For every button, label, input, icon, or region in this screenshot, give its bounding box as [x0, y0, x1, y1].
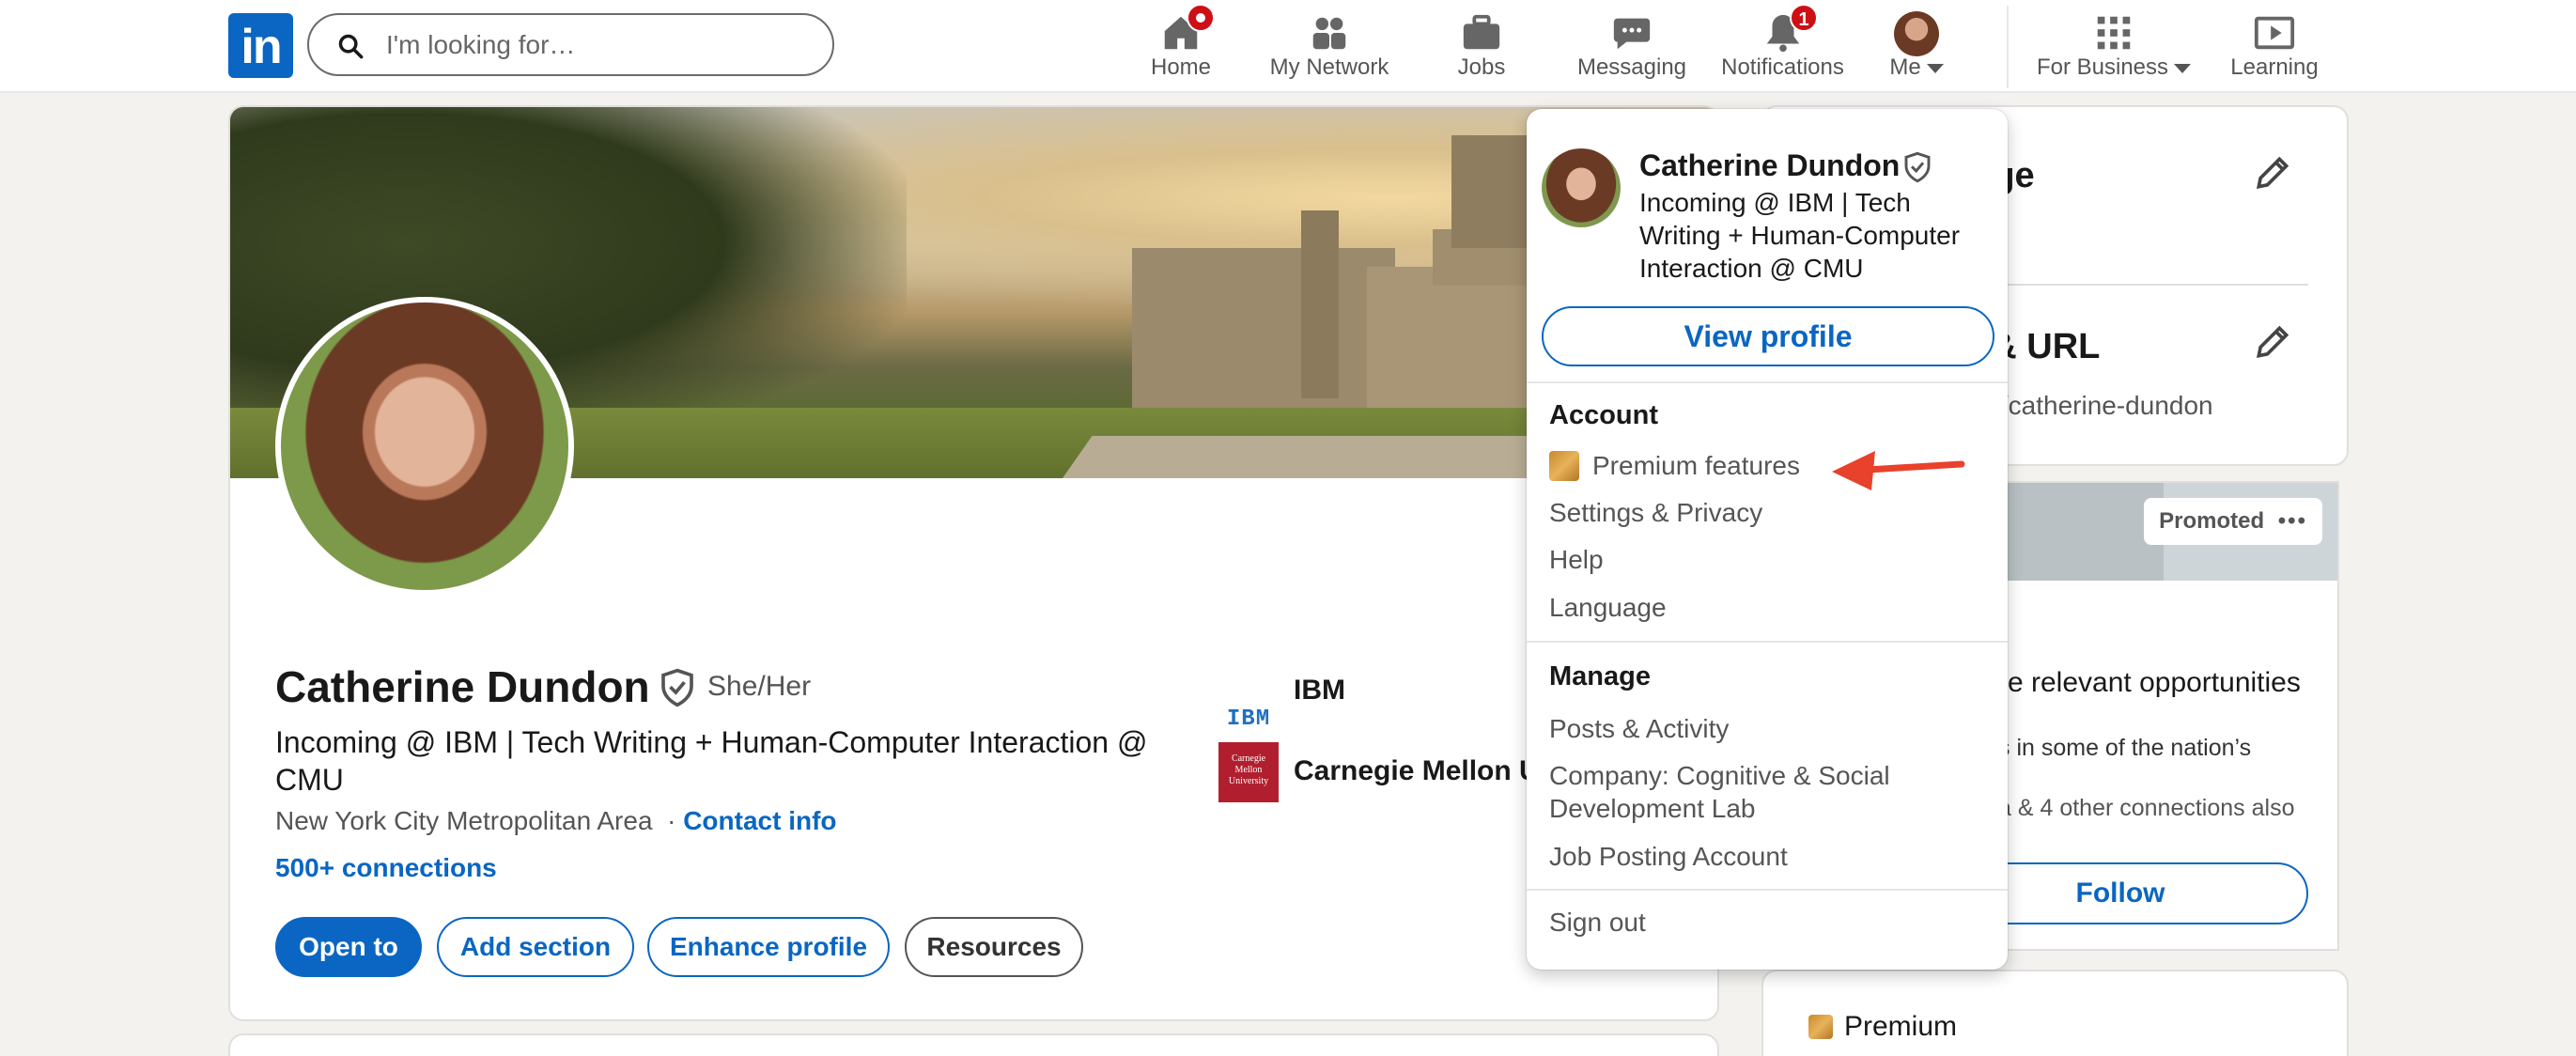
notifications-badge: 1	[1790, 4, 1818, 32]
nav-jobs[interactable]: Jobs	[1444, 4, 1519, 88]
view-profile-button[interactable]: View profile	[1542, 306, 1994, 366]
home-notification-dot	[1187, 4, 1215, 32]
play-icon	[2254, 16, 2295, 50]
org-ibm[interactable]: IBM	[1294, 675, 1345, 707]
profile-headline: Incoming @ IBM | Tech Writing + Human-Co…	[275, 725, 1148, 797]
menu-item-language[interactable]: Language	[1549, 591, 1981, 624]
premium-icon	[1808, 1015, 1833, 1039]
menu-avatar[interactable]	[1542, 148, 1621, 227]
briefcase-icon	[1463, 14, 1500, 50]
connections-link[interactable]: 500+ connections	[275, 853, 497, 883]
premium-card: Premium	[1761, 970, 2349, 1056]
menu-manage-heading: Manage	[1549, 661, 1651, 691]
menu-profile-headline: Incoming @ IBM | Tech Writing + Human-Co…	[1639, 188, 1961, 283]
org-cmu[interactable]: Carnegie Mellon Ur	[1294, 755, 1550, 787]
search-input[interactable]	[386, 24, 818, 66]
nav-for-business[interactable]: For Business	[2029, 4, 2198, 88]
ibm-logo: IBM	[1226, 707, 1271, 732]
nav-messaging[interactable]: Messaging	[1566, 4, 1698, 88]
menu-item-posts-activity[interactable]: Posts & Activity	[1549, 712, 1981, 745]
people-icon	[1312, 17, 1346, 50]
search-icon	[338, 34, 364, 59]
nav-home[interactable]: Home	[1143, 4, 1218, 88]
menu-item-sign-out[interactable]: Sign out	[1549, 906, 1981, 939]
menu-account-heading: Account	[1549, 400, 1658, 430]
nav-learning-label: Learning	[2230, 54, 2319, 80]
premium-link[interactable]: Premium	[1808, 1011, 1957, 1043]
nav-divider	[2007, 6, 2009, 88]
more-options-icon[interactable]: •••	[2278, 508, 2307, 534]
chevron-down-icon	[1926, 63, 1944, 73]
next-section-card	[228, 1033, 1719, 1056]
verified-shield-icon[interactable]	[659, 667, 696, 708]
verified-shield-icon	[1904, 151, 1931, 183]
resources-button[interactable]: Resources	[905, 917, 1083, 977]
annotation-arrow-icon	[1832, 451, 1965, 490]
nav-notifications[interactable]: 1 Notifications	[1715, 4, 1851, 88]
menu-profile-name: Catherine Dundon	[1639, 148, 1901, 182]
promoted-label[interactable]: Promoted •••	[2144, 498, 2322, 545]
chat-icon	[1613, 18, 1651, 50]
pencil-icon[interactable]	[2252, 321, 2293, 363]
profile-card: Catherine Dundon She/Her Incoming @ IBM …	[228, 105, 1719, 1021]
avatar	[1894, 11, 1939, 56]
nav-learning[interactable]: Learning	[2223, 4, 2326, 88]
open-to-button[interactable]: Open to	[275, 917, 422, 977]
top-navigation: in Home My Network Jobs Messaging 1 Noti…	[0, 0, 2576, 93]
ad-description: s in some of the nation’s	[1998, 735, 2252, 761]
contact-info-link[interactable]: Contact info	[683, 806, 836, 835]
nav-home-label: Home	[1150, 54, 1212, 80]
ad-connections-note: a & 4 other connections also	[1998, 795, 2295, 821]
nav-my-network-label: My Network	[1269, 54, 1389, 80]
cmu-logo: Carnegie Mellon University	[1218, 742, 1279, 802]
pencil-icon[interactable]	[2252, 152, 2293, 194]
nav-me[interactable]: Me	[1879, 4, 1954, 88]
menu-item-settings-privacy[interactable]: Settings & Privacy	[1549, 496, 1981, 529]
menu-divider	[1527, 641, 2008, 643]
me-dropdown-menu: Catherine Dundon Incoming @ IBM | Tech W…	[1527, 109, 2008, 970]
add-section-button[interactable]: Add section	[437, 917, 634, 977]
profile-name: Catherine Dundon	[275, 662, 650, 711]
enhance-profile-button[interactable]: Enhance profile	[647, 917, 890, 977]
profile-location: New York City Metropolitan Area	[275, 806, 653, 835]
nav-jobs-label: Jobs	[1457, 54, 1506, 80]
premium-icon	[1549, 451, 1579, 481]
nav-me-label: Me	[1889, 54, 1921, 80]
grid-icon	[2097, 16, 2131, 50]
ad-title: re relevant opportunities	[1998, 667, 2301, 698]
menu-item-help[interactable]: Help	[1549, 543, 1981, 576]
nav-my-network[interactable]: My Network	[1259, 4, 1400, 88]
menu-item-company-page[interactable]: Company: Cognitive & Social Development …	[1549, 759, 1944, 825]
location-separator: ·	[667, 806, 676, 835]
profile-pronouns: She/Her	[707, 671, 812, 702]
search-box[interactable]	[307, 13, 834, 76]
menu-divider	[1527, 381, 2008, 383]
nav-for-business-label: For Business	[2036, 54, 2169, 80]
menu-item-job-posting-account[interactable]: Job Posting Account	[1549, 840, 1981, 873]
profile-photo[interactable]	[275, 297, 574, 596]
chevron-down-icon	[2174, 63, 2192, 73]
nav-notifications-label: Notifications	[1721, 54, 1844, 80]
menu-divider	[1527, 889, 2008, 891]
linkedin-logo[interactable]: in	[228, 13, 293, 78]
nav-messaging-label: Messaging	[1576, 54, 1687, 80]
profile-location-line: New York City Metropolitan Area · Contac…	[275, 806, 837, 836]
